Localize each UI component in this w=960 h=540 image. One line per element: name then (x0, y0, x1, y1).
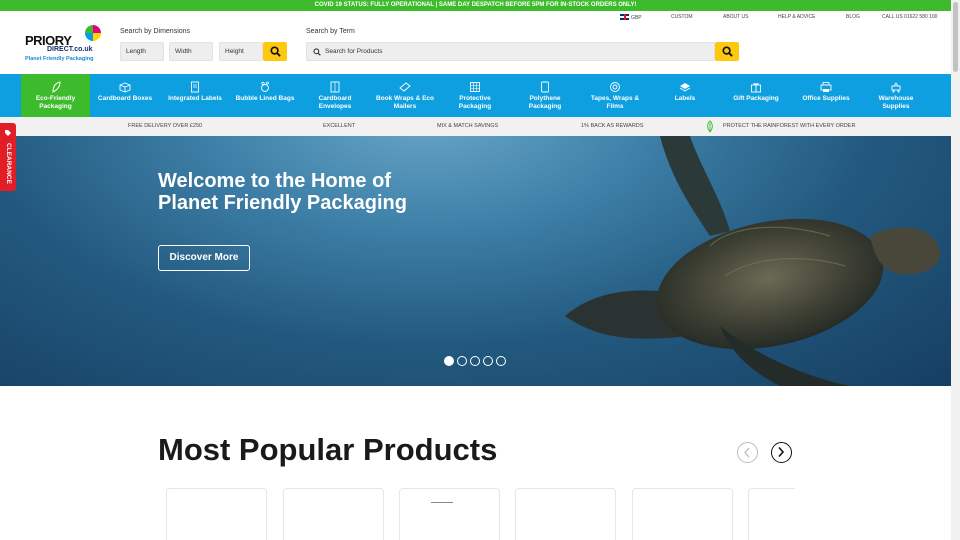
nav-bubble-lined-bags[interactable]: Bubble Lined Bags (235, 74, 295, 117)
nav-eco-friendly-packaging[interactable]: Eco-Friendly Packaging (21, 74, 90, 117)
nav-label: Protective Packaging (458, 95, 492, 110)
currency-selector[interactable]: GBP (620, 14, 642, 21)
nav-labels[interactable]: Labels (655, 74, 715, 117)
term-search-label: Search by Term (306, 28, 355, 35)
product-card[interactable] (748, 488, 795, 540)
nav-tapes-wraps-films[interactable]: Tapes, Wraps & Films (585, 74, 645, 117)
search-icon (270, 46, 281, 57)
nav-label: Eco-Friendly Packaging (35, 95, 76, 110)
clearance-tab[interactable]: CLEARANCE (0, 123, 16, 191)
nav-book-wraps-eco-mailers[interactable]: Book Wraps & Eco Mailers (375, 74, 435, 117)
bag-icon (541, 81, 549, 93)
usp-mix-match: MIX & MATCH SAVINGS (437, 123, 499, 129)
nav-label: Cardboard Envelopes (318, 95, 352, 110)
product-card[interactable] (166, 488, 267, 540)
about-us-link[interactable]: ABOUT US (723, 14, 748, 20)
logo-tagline: Planet Friendly Packaging (25, 56, 94, 62)
nav-label: Polythene Packaging (528, 95, 562, 110)
uk-flag-icon (620, 14, 629, 20)
carousel-dot-4[interactable] (483, 356, 493, 366)
leaf-icon (51, 81, 61, 93)
call-us-link[interactable]: CALL US 01622 580 100 (882, 14, 937, 20)
nav-label: Warehouse Supplies (878, 95, 914, 110)
carousel-dot-5[interactable] (496, 356, 506, 366)
product-card[interactable] (283, 488, 384, 540)
term-search-input[interactable]: Search for Products (306, 42, 715, 61)
carousel-dot-2[interactable] (457, 356, 467, 366)
nav-label: Office Supplies (802, 95, 850, 102)
leaf-icon (707, 120, 713, 133)
trolley-icon (891, 82, 901, 93)
search-placeholder: Search for Products (325, 48, 383, 55)
chevron-left-icon (744, 447, 750, 458)
sea-turtle-image (565, 136, 941, 386)
nav-protective-packaging[interactable]: Protective Packaging (445, 74, 505, 117)
carousel-prev-button[interactable] (737, 442, 758, 463)
grid-icon (470, 82, 480, 92)
dimensions-search-label: Search by Dimensions (120, 28, 191, 35)
covid-status-banner: COVID 19 STATUS: FULLY OPERATIONAL | SAM… (0, 0, 951, 11)
nav-label: Bubble Lined Bags (235, 95, 295, 102)
nav-office-supplies[interactable]: Office Supplies (795, 74, 857, 117)
search-icon (313, 48, 321, 56)
carousel-dot-1[interactable] (444, 356, 454, 366)
nav-warehouse-supplies[interactable]: Warehouse Supplies (866, 74, 926, 117)
category-nav: Eco-Friendly Packaging Cardboard Boxes I… (0, 74, 951, 117)
nav-cardboard-envelopes[interactable]: Cardboard Envelopes (305, 74, 365, 117)
logo-mark-icon (85, 25, 101, 41)
document-icon (191, 81, 199, 93)
label-icon (679, 83, 691, 92)
clearance-label: CLEARANCE (5, 143, 12, 184)
product-card[interactable] (632, 488, 733, 540)
usp-bar: FREE DELIVERY OVER £250 EXCELLENT MIX & … (0, 117, 951, 136)
hero-banner: Welcome to the Home of Planet Friendly Pa… (0, 136, 951, 386)
product-thumbnail (431, 502, 453, 503)
usp-rewards: 1% BACK AS REWARDS (581, 123, 644, 129)
help-advice-link[interactable]: HELP & ADVICE (778, 14, 815, 20)
carousel-dot-3[interactable] (470, 356, 480, 366)
nav-cardboard-boxes[interactable]: Cardboard Boxes (95, 74, 155, 117)
nav-polythene-packaging[interactable]: Polythene Packaging (515, 74, 575, 117)
envelope-icon (330, 81, 340, 93)
nav-label: Integrated Labels (168, 95, 222, 102)
scrollbar-thumb[interactable] (953, 2, 958, 72)
dimensions-search-button[interactable] (263, 42, 287, 61)
height-input[interactable]: Height (219, 42, 263, 61)
usp-rainforest: PROTECT THE RAINFOREST WITH EVERY ORDER (723, 123, 856, 129)
tape-icon (610, 82, 620, 92)
gift-icon (751, 83, 761, 93)
logo-domain: DIRECT.co.uk (47, 46, 93, 53)
length-input[interactable]: Length (120, 42, 164, 61)
blog-link[interactable]: BLOG (846, 14, 860, 20)
bubble-icon (261, 81, 269, 92)
site-logo[interactable]: PRIORY DIRECT.co.uk Planet Friendly Pack… (25, 25, 101, 65)
product-carousel (158, 488, 795, 540)
utility-bar: GBP CUSTOM ABOUT US HELP & ADVICE BLOG C… (0, 13, 951, 23)
chevron-right-icon (778, 446, 785, 458)
term-search-button[interactable] (715, 42, 739, 61)
nav-label: Cardboard Boxes (97, 95, 153, 102)
discover-more-button[interactable]: Discover More (158, 245, 250, 271)
nav-label: Gift Packaging (733, 95, 779, 102)
printer-icon (820, 82, 832, 92)
page-scrollbar[interactable] (951, 0, 960, 540)
popular-products-title: Most Popular Products (158, 432, 498, 467)
nav-gift-packaging[interactable]: Gift Packaging (725, 74, 787, 117)
nav-label: Labels (674, 95, 696, 102)
nav-label: Book Wraps & Eco Mailers (375, 95, 435, 110)
tag-icon (5, 130, 11, 136)
product-card[interactable] (399, 488, 500, 540)
custom-link[interactable]: CUSTOM (671, 14, 693, 20)
width-input[interactable]: Width (169, 42, 213, 61)
hero-title: Welcome to the Home of Planet Friendly Pa… (158, 170, 407, 214)
nav-integrated-labels[interactable]: Integrated Labels (165, 74, 225, 117)
usp-rating[interactable]: EXCELLENT (323, 123, 355, 129)
search-icon (722, 46, 733, 57)
product-card[interactable] (515, 488, 616, 540)
nav-label: Tapes, Wraps & Films (590, 95, 640, 110)
book-icon (399, 82, 411, 92)
carousel-next-button[interactable] (771, 442, 792, 463)
usp-free-delivery: FREE DELIVERY OVER £250 (128, 123, 203, 129)
box-icon (119, 82, 131, 93)
